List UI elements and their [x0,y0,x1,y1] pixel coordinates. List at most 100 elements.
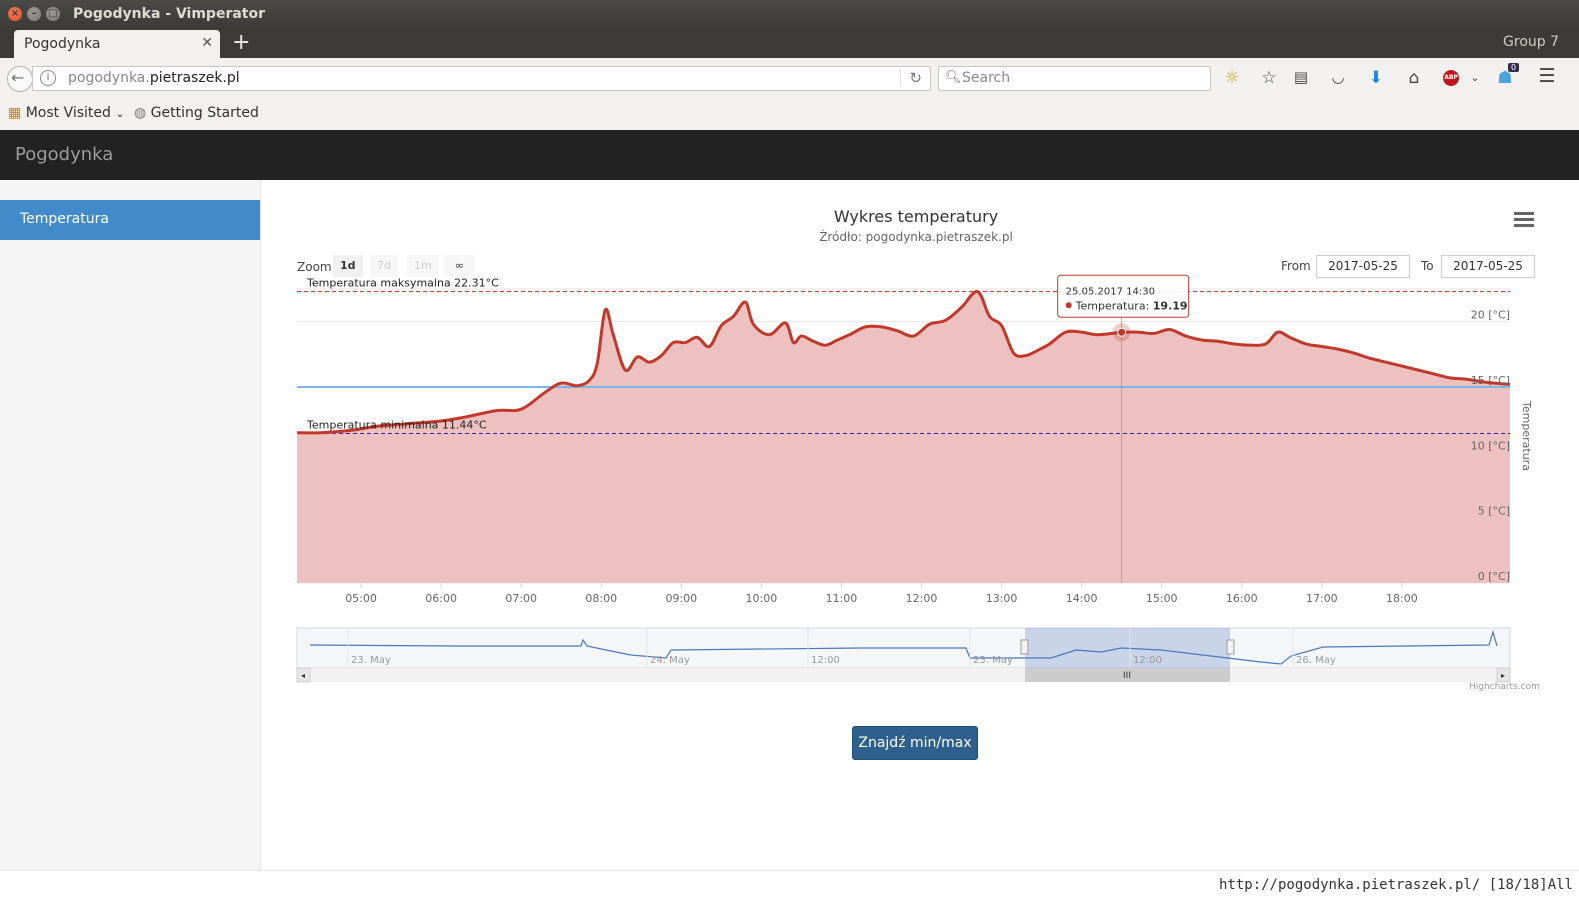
tooltip-value: 19.19 [1153,299,1188,312]
window-title: Pogodynka - Vimperator [73,6,266,22]
sidebar: Temperatura [0,180,261,870]
navigator-right-handle[interactable] [1226,639,1235,655]
tab-close-icon[interactable]: ✕ [201,35,213,51]
navigator-left-handle[interactable] [1020,639,1029,655]
tooltip-date: 25.05.2017 14:30 [1066,286,1155,297]
temperature-chart[interactable]: Temperatura maksymalna 22.31°C Temperatu… [261,180,1579,700]
tooltip-separator: : [1146,299,1153,312]
main-content: Wykres temperatury Źródło: pogodynka.pie… [261,180,1579,870]
scroll-right-arrow-icon: ▸ [1501,671,1505,680]
x-tick-label: 15:00 [1146,592,1178,605]
weather-addon-icon[interactable]: ☼ [1221,68,1243,88]
url-bar[interactable]: i pogodynka.pietraszek.pl ↻ [32,66,931,91]
navigator-label: 12:00 [811,655,840,666]
reload-icon[interactable]: ↻ [900,69,922,87]
addon-badge: 0 [1508,63,1520,72]
getting-started-label: Getting Started [150,105,259,121]
window-titlebar: × – □ Pogodynka - Vimperator [0,0,1579,28]
y-tick-label: 5 [°C] [1478,505,1510,518]
minimize-icon: – [31,8,37,19]
chevron-down-icon: ⌄ [115,107,125,120]
status-text: http://pogodynka.pietraszek.pl/ [18/18]A… [1218,877,1573,893]
most-visited-folder[interactable]: ▦ Most Visited ⌄ [8,105,125,121]
x-axis-ticks: 05:00 06:00 07:00 08:00 09:00 10:00 11:00 12:00… [345,583,1418,605]
bookmarks-toolbar: ▦ Most Visited ⌄ ◍ Getting Started [0,98,1579,131]
scrollbar-track[interactable] [297,668,1510,682]
sidebar-item-label: Temperatura [20,211,109,227]
x-tick-label: 18:00 [1386,592,1418,605]
find-min-max-button[interactable]: Znajdź min/max [852,726,978,760]
url-domain: pietraszek.pl [149,70,240,86]
menu-hamburger-icon[interactable]: ☰ [1536,65,1558,87]
downloads-icon[interactable]: ⬇ [1365,68,1387,88]
hover-point[interactable] [1117,327,1127,337]
getting-started-bookmark[interactable]: ◍ Getting Started [134,105,259,121]
x-tick-label: 16:00 [1226,592,1258,605]
tab-group-label[interactable]: Group 7 [1503,34,1559,50]
navigation-toolbar: ← i pogodynka.pietraszek.pl ↻ 🔍︎ Search … [0,58,1579,98]
url-text[interactable]: pogodynka.pietraszek.pl [68,70,240,86]
scrollbar-grip-icon: III [1123,671,1131,681]
home-icon[interactable]: ⌂ [1403,68,1425,88]
tooltip-series-name: Temperatura [1075,299,1146,312]
maximize-icon: □ [48,8,58,19]
window-minimize-button[interactable]: – [27,7,41,21]
x-tick-label: 13:00 [986,592,1018,605]
tab-bar: Pogodynka ✕ + Group 7 [0,28,1579,58]
sidebar-item-temperatura[interactable]: Temperatura [0,200,260,240]
window-maximize-button[interactable]: □ [46,7,60,21]
navigator-label: 24. May [650,655,690,666]
navigator-label: 23. May [351,655,391,666]
search-bar[interactable]: 🔍︎ Search [938,66,1211,91]
folder-icon: ▦ [8,105,22,121]
x-tick-label: 11:00 [826,592,858,605]
x-tick-label: 07:00 [505,592,537,605]
y-tick-label: 0 [°C] [1478,570,1510,583]
x-tick-label: 09:00 [665,592,697,605]
tab-pogodynka[interactable]: Pogodynka ✕ [14,30,220,58]
url-prefix: pogodynka. [68,70,150,86]
max-plot-line-label: Temperatura maksymalna 22.31°C [306,276,499,289]
bookmark-star-icon[interactable]: ☆ [1258,68,1280,88]
x-tick-label: 10:00 [746,592,778,605]
vimperator-statusbar: http://pogodynka.pietraszek.pl/ [18/18]A… [0,870,1579,901]
new-tab-icon[interactable]: + [232,30,250,55]
site-info-icon[interactable]: i [40,70,56,86]
scroll-left-arrow-icon: ◂ [301,671,305,680]
search-input[interactable]: Search [962,70,1010,86]
app-brand[interactable]: Pogodynka [15,144,113,165]
tab-label: Pogodynka [24,36,101,52]
y-axis-title: Temperatura [1520,400,1533,471]
x-tick-label: 05:00 [345,592,377,605]
close-icon: × [10,8,20,19]
range-navigator[interactable]: 23. May 24. May 12:00 25. May 12:00 26. May I… [296,627,1511,683]
navigator-label: 25. May [973,655,1013,666]
pocket-icon[interactable]: ◡ [1327,68,1349,86]
x-tick-label: 14:00 [1066,592,1098,605]
y-tick-label: 10 [°C] [1471,439,1510,452]
x-tick-label: 17:00 [1306,592,1338,605]
window-close-button[interactable]: × [8,7,22,21]
navigator-label: 12:00 [1133,655,1162,666]
chevron-down-icon[interactable]: ⌄ [1464,71,1486,84]
navigator-label: 26. May [1296,655,1336,666]
temperature-area-fill [297,291,1510,583]
x-tick-label: 06:00 [425,592,457,605]
search-icon: 🔍︎ [945,70,962,85]
highcharts-credit[interactable]: Highcharts.com [1469,682,1540,692]
x-tick-label: 12:00 [906,592,938,605]
reading-list-icon[interactable]: ▤ [1290,68,1312,86]
min-plot-line-label: Temperatura minimalna 11.44°C [306,419,487,432]
most-visited-label: Most Visited [25,105,111,121]
tooltip-series-line: Temperatura: 19.19 [1075,299,1188,312]
globe-icon: ◍ [134,105,147,121]
back-arrow-icon: ← [11,68,25,87]
app-navbar: Pogodynka [0,130,1579,180]
x-tick-label: 08:00 [585,592,617,605]
adblock-plus-icon[interactable]: ABP [1443,70,1459,86]
back-button[interactable]: ← [7,66,33,92]
chart-tooltip: 25.05.2017 14:30 Temperatura: 19.19 [1057,274,1190,318]
y-tick-label: 15 [°C] [1471,374,1510,387]
y-tick-label: 20 [°C] [1471,309,1510,322]
tooltip-series-dot [1065,302,1072,309]
